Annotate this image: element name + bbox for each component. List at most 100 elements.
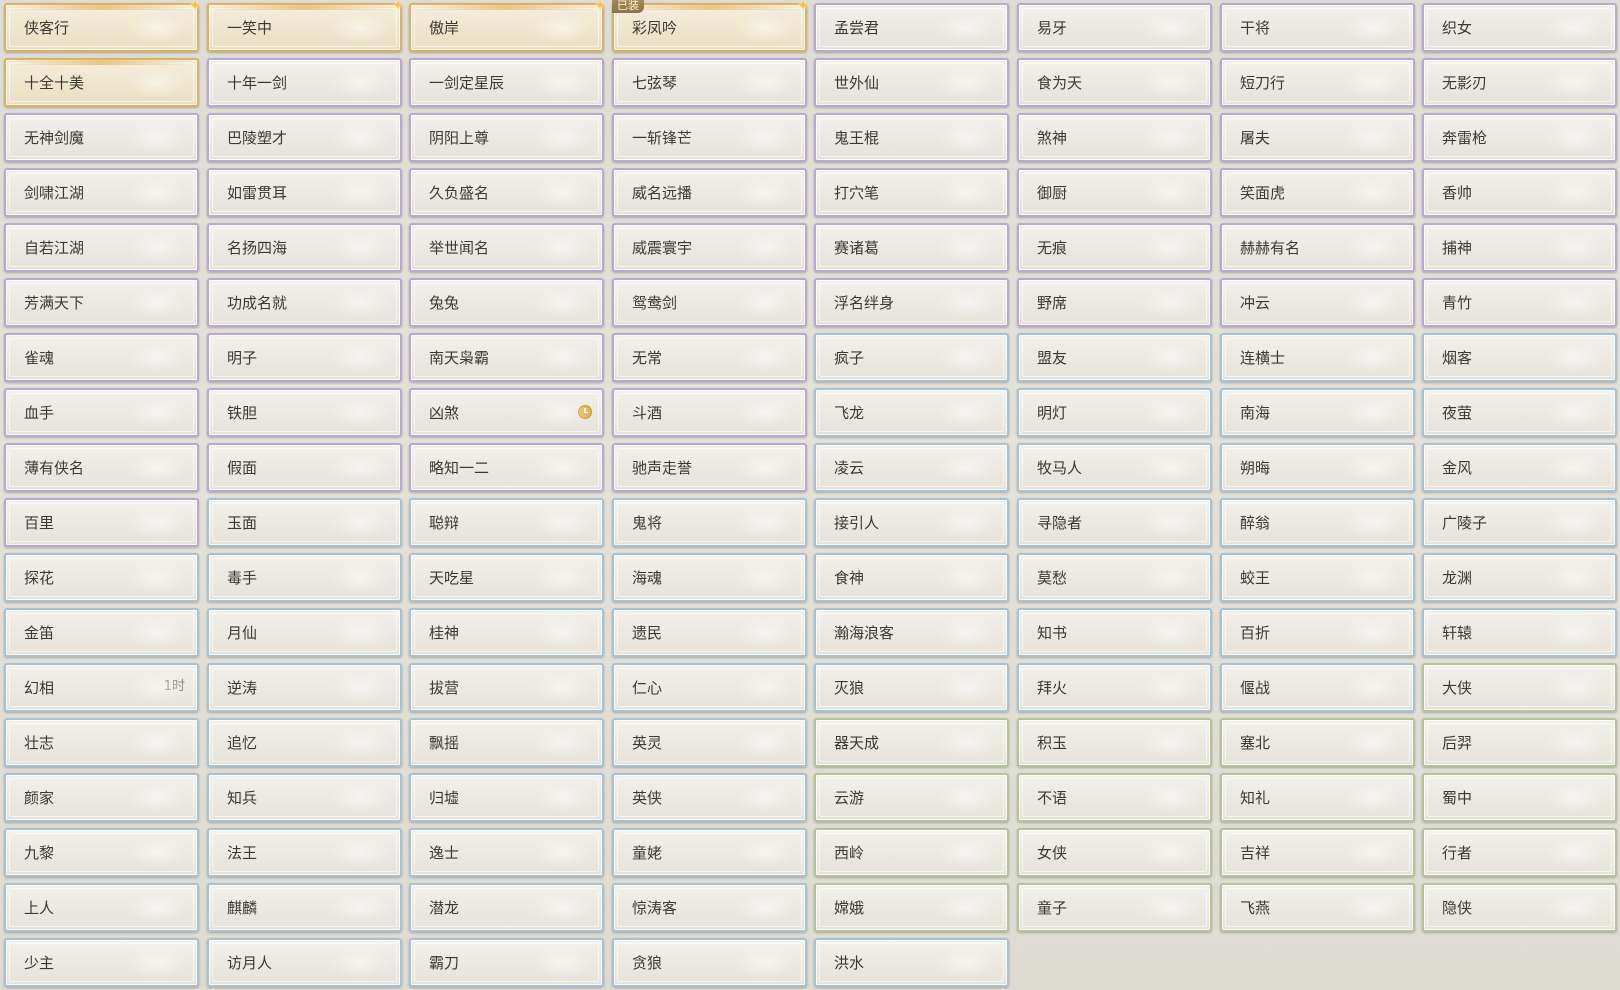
title-card[interactable]: 短刀行 <box>1220 58 1415 107</box>
title-card[interactable]: 百折 <box>1220 608 1415 657</box>
title-card[interactable]: 如雷贯耳 <box>207 168 402 217</box>
title-card[interactable]: 后羿 <box>1422 718 1617 767</box>
title-card[interactable]: 食神 <box>814 553 1009 602</box>
title-card[interactable]: 金笛 <box>4 608 199 657</box>
title-card[interactable]: 一斩锋芒 <box>612 113 807 162</box>
title-card[interactable]: 傲岸 ✦ <box>409 0 606 52</box>
title-card[interactable]: 易牙 <box>1017 3 1212 52</box>
title-card[interactable]: 鬼将 <box>612 498 807 547</box>
title-card[interactable]: 疯子 <box>814 333 1009 382</box>
title-card[interactable]: 拜火 <box>1017 663 1212 712</box>
title-card[interactable]: 桂神 <box>409 608 604 657</box>
title-card[interactable]: 霸刀 <box>409 938 604 987</box>
title-card[interactable]: 女侠 <box>1017 828 1212 877</box>
title-card[interactable]: 幻相 1时 <box>4 663 199 712</box>
title-card[interactable]: 世外仙 <box>814 58 1009 107</box>
title-card[interactable]: 七弦琴 <box>612 58 807 107</box>
title-card[interactable]: 威名远播 <box>612 168 807 217</box>
title-card[interactable]: 食为天 <box>1017 58 1212 107</box>
title-card[interactable]: 蜀中 <box>1422 773 1617 822</box>
title-card[interactable]: 接引人 <box>814 498 1009 547</box>
title-card[interactable]: 吉祥 <box>1220 828 1415 877</box>
title-card[interactable]: 雀魂 <box>4 333 199 382</box>
title-card[interactable]: 久负盛名 <box>409 168 604 217</box>
title-card[interactable]: 明灯 <box>1017 388 1212 437</box>
title-card[interactable]: 飞龙 <box>814 388 1009 437</box>
title-card[interactable]: 少主 <box>4 938 199 987</box>
title-card[interactable]: 捕神 <box>1422 223 1617 272</box>
title-card[interactable]: 十全十美 <box>4 58 199 107</box>
title-card[interactable]: 织女 <box>1422 3 1617 52</box>
title-card[interactable]: 薄有侠名 <box>4 443 199 492</box>
title-card[interactable]: 御厨 <box>1017 168 1212 217</box>
title-card[interactable]: 英灵 <box>612 718 807 767</box>
title-card[interactable]: 归墟 <box>409 773 604 822</box>
title-card[interactable]: 连横士 <box>1220 333 1415 382</box>
title-card[interactable]: 逆涛 <box>207 663 402 712</box>
title-card[interactable]: 侠客行 ✦ <box>4 0 201 52</box>
title-card[interactable]: 赫赫有名 <box>1220 223 1415 272</box>
title-card[interactable]: 月仙 <box>207 608 402 657</box>
title-card[interactable]: 洪水 <box>814 938 1009 987</box>
title-card[interactable]: 略知一二 <box>409 443 604 492</box>
title-card[interactable]: 十年一剑 <box>207 58 402 107</box>
title-card[interactable]: 打穴笔 <box>814 168 1009 217</box>
title-card[interactable]: 斗酒 <box>612 388 807 437</box>
title-card[interactable]: 行者 <box>1422 828 1617 877</box>
title-card[interactable]: 冲云 <box>1220 278 1415 327</box>
title-card[interactable]: 嫦娥 <box>814 883 1009 932</box>
title-card[interactable]: 颜家 <box>4 773 199 822</box>
title-card[interactable]: 不语 <box>1017 773 1212 822</box>
title-card[interactable]: 龙渊 <box>1422 553 1617 602</box>
title-card[interactable]: 偃战 <box>1220 663 1415 712</box>
title-card[interactable]: 法王 <box>207 828 402 877</box>
title-card[interactable]: 寻隐者 <box>1017 498 1212 547</box>
title-card[interactable]: 鬼王棍 <box>814 113 1009 162</box>
title-card[interactable]: 煞神 <box>1017 113 1212 162</box>
title-card[interactable]: 阴阳上尊 <box>409 113 604 162</box>
title-card[interactable]: 野席 <box>1017 278 1212 327</box>
title-card[interactable]: 功成名就 <box>207 278 402 327</box>
title-card[interactable]: 烟客 <box>1422 333 1617 382</box>
title-card[interactable]: 英侠 <box>612 773 807 822</box>
title-card[interactable]: 牧马人 <box>1017 443 1212 492</box>
title-card[interactable]: 遗民 <box>612 608 807 657</box>
title-card[interactable]: 塞北 <box>1220 718 1415 767</box>
title-card[interactable]: 海魂 <box>612 553 807 602</box>
title-card[interactable]: 名扬四海 <box>207 223 402 272</box>
title-card[interactable]: 上人 <box>4 883 199 932</box>
title-card[interactable]: 南海 <box>1220 388 1415 437</box>
title-card[interactable]: 假面 <box>207 443 402 492</box>
title-card[interactable]: 威震寰宇 <box>612 223 807 272</box>
title-card[interactable]: 访月人 <box>207 938 402 987</box>
title-card[interactable]: 知兵 <box>207 773 402 822</box>
title-card[interactable]: 鸳鸯剑 <box>612 278 807 327</box>
title-card[interactable]: 无影刃 <box>1422 58 1617 107</box>
title-card[interactable]: 灭狼 <box>814 663 1009 712</box>
title-card[interactable]: 剑啸江湖 <box>4 168 199 217</box>
title-card[interactable]: 屠夫 <box>1220 113 1415 162</box>
title-card[interactable]: 浮名绊身 <box>814 278 1009 327</box>
title-card[interactable]: 巴陵塑才 <box>207 113 402 162</box>
title-card[interactable]: 赛诸葛 <box>814 223 1009 272</box>
title-card[interactable]: 蛟王 <box>1220 553 1415 602</box>
title-card[interactable]: 奔雷枪 <box>1422 113 1617 162</box>
title-card[interactable]: 知礼 <box>1220 773 1415 822</box>
title-card[interactable]: 无神剑魔 <box>4 113 199 162</box>
title-card[interactable]: 一剑定星辰 <box>409 58 604 107</box>
title-card[interactable]: 明子 <box>207 333 402 382</box>
title-card[interactable]: 逸士 <box>409 828 604 877</box>
title-card[interactable]: 潜龙 <box>409 883 604 932</box>
title-card[interactable]: 金风 <box>1422 443 1617 492</box>
title-card[interactable]: 朔晦 <box>1220 443 1415 492</box>
title-card[interactable]: 九黎 <box>4 828 199 877</box>
title-card[interactable]: 广陵子 <box>1422 498 1617 547</box>
title-card[interactable]: 毒手 <box>207 553 402 602</box>
title-card[interactable]: 笑面虎 <box>1220 168 1415 217</box>
title-card[interactable]: 积玉 <box>1017 718 1212 767</box>
title-card[interactable]: 凶煞 <box>409 388 604 437</box>
title-card[interactable]: 壮志 <box>4 718 199 767</box>
title-card[interactable]: 探花 <box>4 553 199 602</box>
title-card[interactable]: 青竹 <box>1422 278 1617 327</box>
title-card[interactable]: 血手 <box>4 388 199 437</box>
